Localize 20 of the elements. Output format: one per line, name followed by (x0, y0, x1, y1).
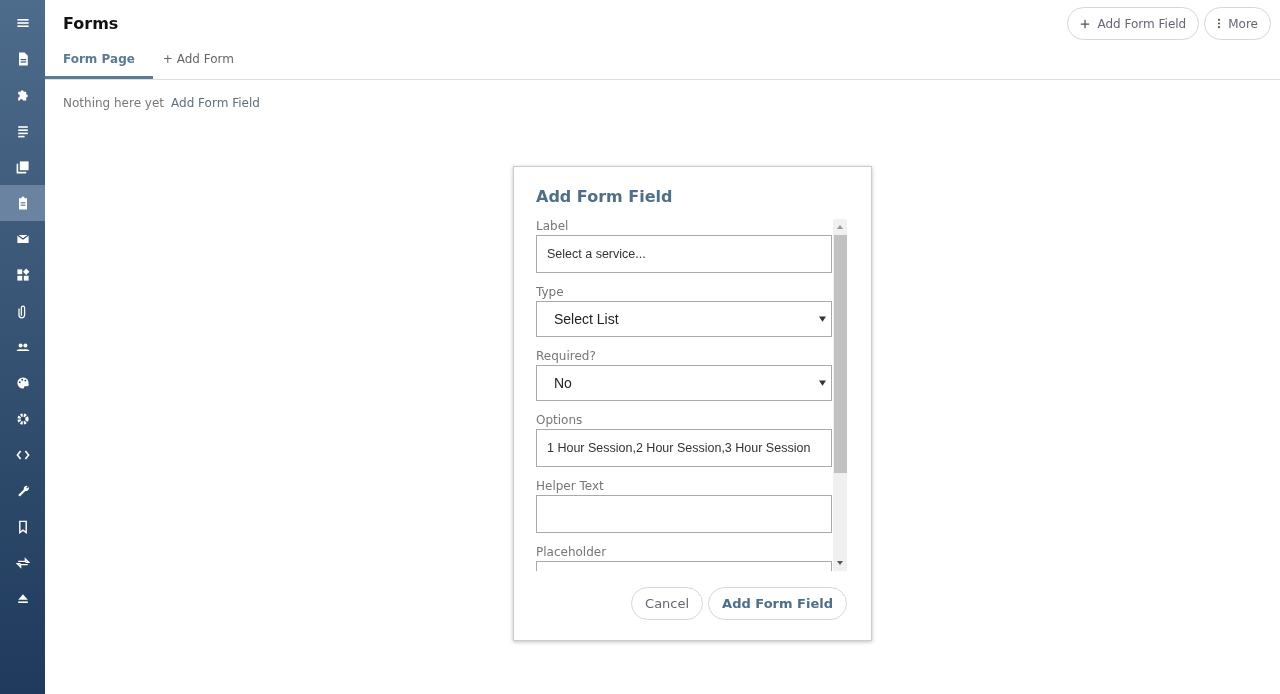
field-label: Required? (536, 349, 597, 363)
add-form-field-button[interactable]: Add Form Field (708, 587, 847, 620)
add-form-tab[interactable]: + Add Form (152, 44, 252, 79)
select-field[interactable]: No (536, 365, 832, 401)
add-form-field-button[interactable]: Add Form Field (1067, 7, 1200, 40)
cancel-button[interactable]: Cancel (631, 587, 704, 620)
more-button[interactable]: More (1204, 7, 1271, 40)
add-form-field-link[interactable]: Add Form Field (171, 96, 260, 110)
tab[interactable]: Form Page (45, 44, 153, 79)
field-label: Label (536, 219, 570, 233)
page-title: Forms (63, 14, 119, 33)
field-label: Type (536, 285, 565, 299)
field-label: Placeholder (536, 545, 608, 559)
select-field[interactable]: Select List (536, 301, 832, 337)
dialog-title: Add Form Field (536, 187, 674, 206)
input-field[interactable]: Select a service... (536, 235, 832, 273)
input-field[interactable]: 1 Hour Session,2 Hour Session,3 Hour Session (536, 429, 832, 467)
empty-message: Nothing here yet (63, 96, 165, 110)
field-label: Options (536, 413, 584, 427)
field-label: Helper Text (536, 479, 605, 493)
